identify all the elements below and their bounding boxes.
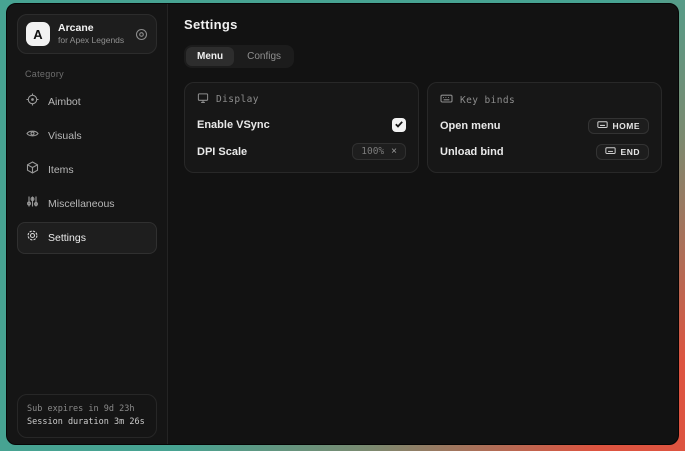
settings-cards: Display Enable VSync DP — [184, 82, 662, 173]
category-label: Category — [25, 69, 157, 79]
open-menu-label: Open menu — [440, 120, 501, 132]
brand-card: A Arcane for Apex Legends — [17, 14, 157, 54]
arcane-window: A Arcane for Apex Legends Category — [6, 3, 679, 445]
sidebar-item-label: Settings — [48, 232, 86, 244]
display-card: Display Enable VSync DP — [184, 82, 419, 173]
unload-bind-button[interactable]: END — [596, 144, 649, 160]
display-card-title: Display — [216, 94, 259, 105]
tab-configs[interactable]: Configs — [236, 47, 292, 66]
sidebar-item-aimbot[interactable]: Aimbot — [17, 86, 157, 118]
main-content: Settings Menu Configs Display — [168, 4, 678, 444]
dpi-row: DPI Scale 100% × — [197, 143, 406, 160]
keyboard-icon — [440, 92, 453, 108]
sidebar-item-visuals[interactable]: Visuals — [17, 120, 157, 152]
sidebar-item-miscellaneous[interactable]: Miscellaneous — [17, 188, 157, 220]
gear-icon — [26, 229, 39, 247]
keybinds-card-title: Key binds — [460, 95, 515, 106]
dpi-scale-value: 100% — [361, 146, 384, 157]
vsync-row: Enable VSync — [197, 117, 406, 133]
sidebar-item-settings[interactable]: Settings — [17, 222, 157, 254]
display-card-header: Display — [197, 92, 406, 107]
sidebar-item-label: Aimbot — [48, 96, 81, 108]
dpi-label: DPI Scale — [197, 146, 247, 158]
unload-bind-row: Unload bind END — [440, 144, 649, 160]
page-title: Settings — [184, 17, 662, 32]
brand-title: Arcane — [58, 22, 127, 35]
gear-circle-icon[interactable] — [135, 28, 148, 41]
desktop-background: A Arcane for Apex Legends Category — [0, 0, 685, 451]
crosshair-icon — [26, 93, 39, 111]
settings-tabbar: Menu Configs — [184, 45, 294, 68]
subscription-status-card: Sub expires in 9d 23h Session duration 3… — [17, 394, 157, 438]
sliders-icon — [26, 195, 39, 213]
sidebar-item-items[interactable]: Items — [17, 154, 157, 186]
dpi-scale-input[interactable]: 100% × — [352, 143, 406, 160]
sidebar-nav: Aimbot Visuals — [17, 86, 157, 254]
sidebar: A Arcane for Apex Legends Category — [7, 4, 168, 444]
vsync-label: Enable VSync — [197, 119, 270, 131]
monitor-icon — [197, 92, 209, 107]
keybinds-card: Key binds Open menu HOME — [427, 82, 662, 173]
vsync-checkbox[interactable] — [392, 118, 406, 132]
sub-expiry-text: Sub expires in 9d 23h — [27, 403, 147, 416]
open-menu-key: HOME — [613, 121, 641, 131]
keybinds-card-header: Key binds — [440, 92, 649, 108]
sidebar-item-label: Visuals — [48, 130, 82, 142]
eye-icon — [26, 127, 39, 145]
unload-bind-label: Unload bind — [440, 146, 504, 158]
tab-menu[interactable]: Menu — [186, 47, 234, 66]
brand-logo: A — [26, 22, 50, 46]
keyboard-icon — [597, 117, 608, 135]
keyboard-icon — [605, 143, 616, 161]
brand-subtitle: for Apex Legends — [58, 35, 127, 46]
check-icon — [394, 116, 404, 134]
brand-text: Arcane for Apex Legends — [58, 22, 127, 46]
clear-icon[interactable]: × — [391, 147, 397, 157]
sidebar-item-label: Items — [48, 164, 74, 176]
package-icon — [26, 161, 39, 179]
unload-bind-key: END — [621, 147, 640, 157]
session-duration-text: Session duration 3m 26s — [27, 416, 147, 429]
sidebar-item-label: Miscellaneous — [48, 198, 115, 210]
open-menu-row: Open menu HOME — [440, 118, 649, 134]
open-menu-bind-button[interactable]: HOME — [588, 118, 650, 134]
